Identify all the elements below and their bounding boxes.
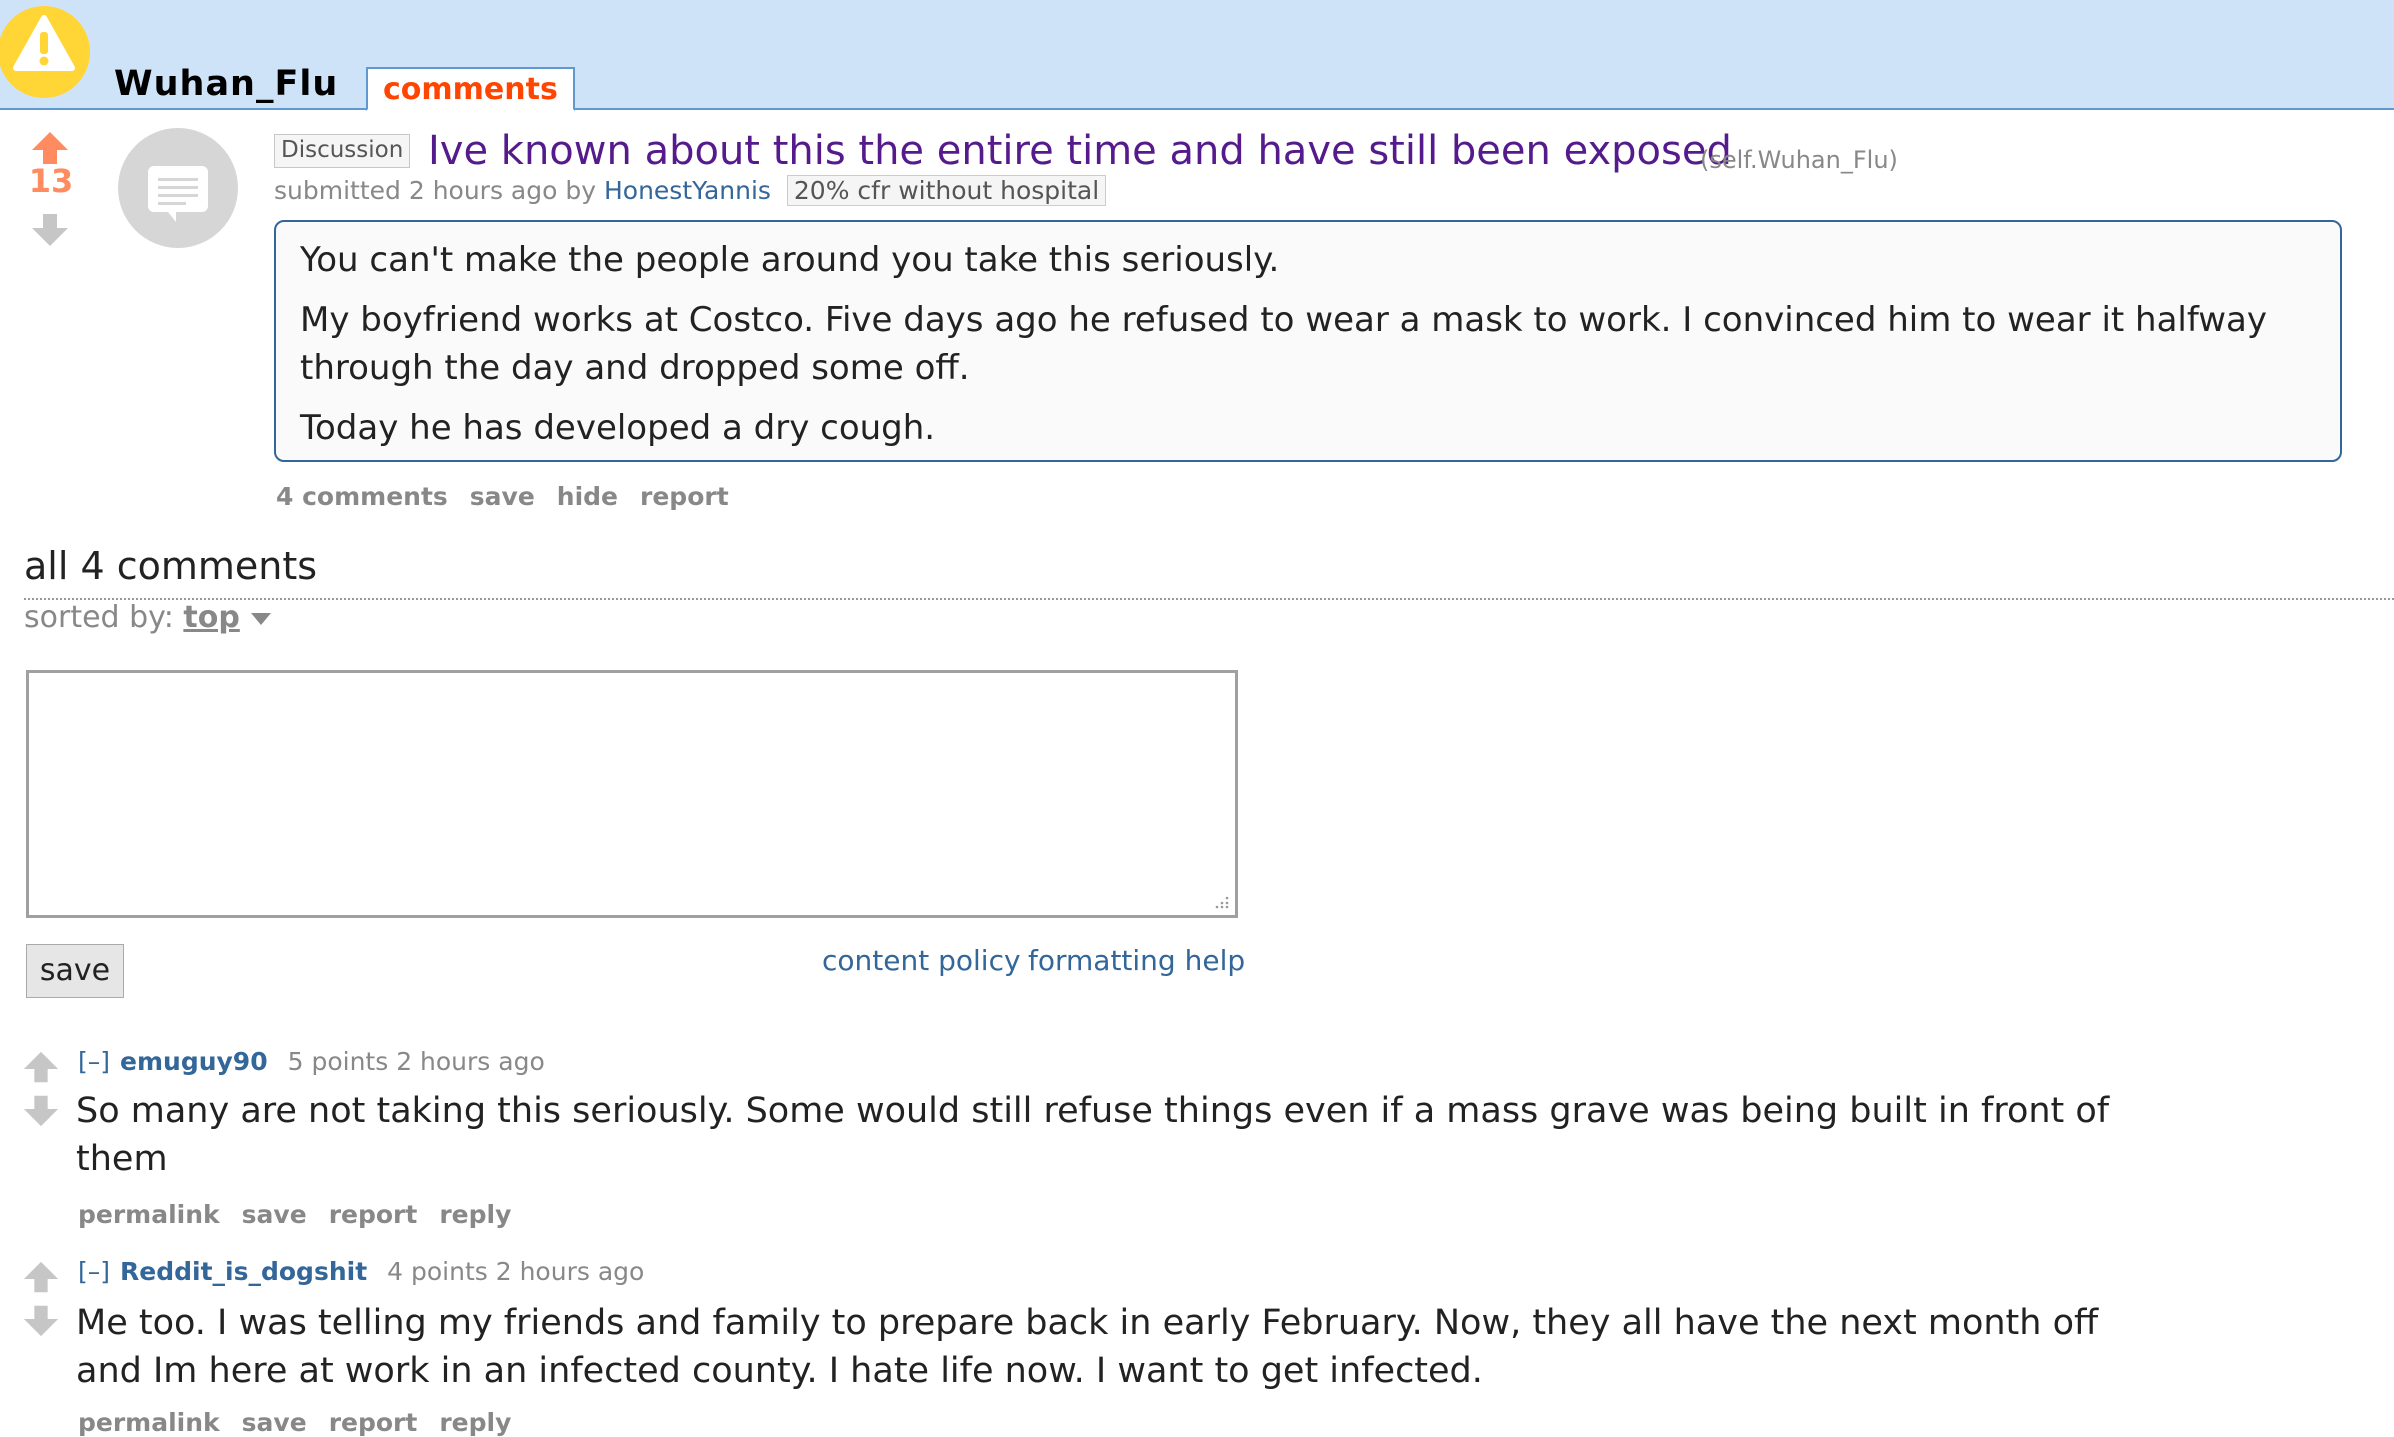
user-flair: 20% cfr without hospital [786,175,1107,206]
sort-menu: sorted by: top [24,600,273,635]
self-post-icon [148,166,208,222]
report-link[interactable]: report [329,1200,418,1229]
post-body: You can't make the people around you tak… [274,220,2342,462]
divider [24,598,2394,600]
post-title[interactable]: Ive known about this the entire time and… [428,128,1732,174]
reply-link[interactable]: reply [439,1200,511,1229]
upvote-arrow-icon[interactable] [22,1050,60,1092]
post-tagline: submitted 2 hours ago by HonestYannis 20… [274,175,1107,206]
comment-count-heading: all 4 comments [24,544,318,588]
subreddit-name[interactable]: Wuhan_Flu [114,64,338,104]
permalink-link[interactable]: permalink [78,1200,220,1229]
sort-dropdown[interactable]: top [183,600,239,635]
tagline-prefix: submitted 2 hours ago by [274,176,597,205]
post-paragraph: You can't make the people around you tak… [300,240,1280,280]
comment-body: So many are not taking this seriously. S… [76,1091,2110,1179]
reply-link[interactable]: reply [439,1408,511,1437]
report-link[interactable]: report [329,1408,418,1437]
comment-tagline: [–] Reddit_is_dogshit 4 points 2 hours ago [78,1257,644,1286]
save-link[interactable]: save [242,1200,307,1229]
post-author[interactable]: HonestYannis [604,176,771,205]
formatting-help-link[interactable]: formatting help [1028,944,1245,977]
content-policy-link[interactable]: content policy [822,944,1021,977]
chevron-down-icon[interactable] [249,611,273,627]
post-paragraph: My boyfriend works at Costco. Five days … [300,300,2268,388]
post-buttons: 4 comments save hide report [276,482,751,511]
report-link[interactable]: report [640,482,729,511]
downvote-arrow-icon[interactable] [22,1300,60,1342]
subreddit-name-text[interactable]: Wuhan_Flu [114,64,338,104]
collapse-toggle[interactable]: [–] [78,1047,110,1076]
upvote-arrow-icon[interactable] [22,1260,60,1302]
downvote-arrow-icon[interactable] [30,208,70,252]
header-bar [0,0,2394,110]
comment-meta: 4 points 2 hours ago [387,1257,645,1286]
comment-textarea[interactable] [26,670,1238,918]
save-link[interactable]: save [242,1408,307,1437]
comment-body: Me too. I was telling my friends and fam… [76,1303,2099,1391]
post-flair[interactable]: Discussion [274,134,411,168]
warning-logo-icon[interactable] [0,0,92,100]
comment-tagline: [–] emuguy90 5 points 2 hours ago [78,1047,545,1076]
post-domain[interactable]: (self.Wuhan_Flu) [1700,146,1898,174]
collapse-toggle[interactable]: [–] [78,1257,110,1286]
self-post-thumbnail[interactable] [118,128,238,248]
comments-link[interactable]: 4 comments [276,482,448,511]
post-score: 13 [28,162,74,200]
tab-comments[interactable]: comments [366,67,575,111]
comment-buttons: permalink save report reply [78,1408,533,1437]
comment-author[interactable]: emuguy90 [120,1047,268,1076]
save-link[interactable]: save [470,482,535,511]
post-paragraph: Today he has developed a dry cough. [300,408,936,448]
comment-author[interactable]: Reddit_is_dogshit [120,1257,367,1286]
permalink-link[interactable]: permalink [78,1408,220,1437]
resize-grip-icon[interactable] [1213,895,1229,909]
save-button[interactable]: save [26,944,124,998]
downvote-arrow-icon[interactable] [22,1090,60,1132]
sort-label: sorted by: [24,600,174,635]
comment-meta: 5 points 2 hours ago [287,1047,545,1076]
hide-link[interactable]: hide [557,482,618,511]
comment-buttons: permalink save report reply [78,1200,533,1229]
